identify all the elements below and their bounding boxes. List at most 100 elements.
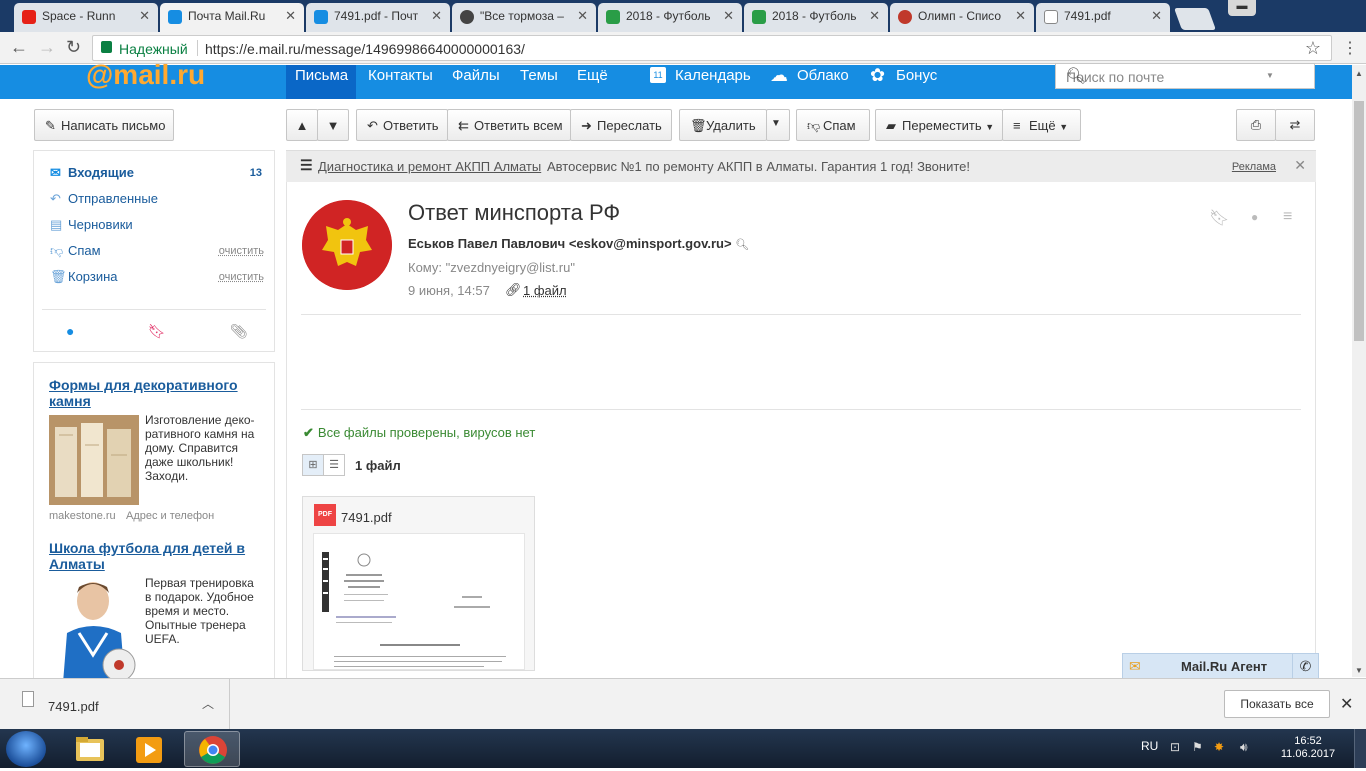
bookmark-icon[interactable]: 🔖︎ bbox=[1209, 208, 1229, 228]
message-sender[interactable]: Еськов Павел Павлович <eskov@minsport.go… bbox=[408, 236, 749, 251]
chrome-taskbar-icon[interactable] bbox=[184, 731, 240, 767]
browser-tab[interactable]: 2018 - Футболь ✕ bbox=[598, 3, 742, 32]
print-button[interactable]: ⎙ bbox=[1236, 109, 1276, 141]
prev-message-button[interactable]: ▲ bbox=[286, 109, 318, 141]
nav-themes[interactable]: Темы bbox=[520, 67, 558, 84]
delete-button[interactable]: 🗑︎Удалить bbox=[679, 109, 767, 141]
mailru-logo[interactable]: @mail.ru bbox=[86, 59, 205, 91]
back-icon[interactable]: ← bbox=[10, 37, 28, 58]
start-button[interactable] bbox=[6, 731, 46, 767]
nav-more[interactable]: Ещё bbox=[577, 67, 608, 84]
stone-mold-image[interactable] bbox=[49, 415, 139, 505]
search-input[interactable]: Поиск по почте ▼ 🔍︎ bbox=[1055, 63, 1315, 89]
ad-title[interactable]: Школа футбола для детей в Алматы bbox=[49, 540, 259, 572]
scroll-down-icon[interactable]: ▼ bbox=[1355, 666, 1363, 675]
nav-cloud[interactable]: Облако bbox=[797, 67, 849, 84]
browser-tab[interactable]: Олимп - Списо ✕ bbox=[890, 3, 1034, 32]
ad-title[interactable]: Формы для декоративного камня bbox=[49, 377, 259, 409]
url-text[interactable]: https://e.mail.ru/message/14969986640000… bbox=[205, 41, 525, 57]
more-button[interactable]: ≡ Ещё ▼ bbox=[1002, 109, 1081, 141]
avast-icon[interactable]: ✸ bbox=[1214, 740, 1224, 754]
translate-button[interactable]: ⇄ bbox=[1275, 109, 1315, 141]
address-bar[interactable]: Надежный https://e.mail.ru/message/14969… bbox=[92, 35, 1332, 61]
sidebar-item-spam[interactable]: 👎︎ Спам bbox=[50, 243, 101, 259]
compose-button[interactable]: ✎ Написать письмо bbox=[34, 109, 174, 141]
browser-tab[interactable]: "Все тормоза – ✕ bbox=[452, 3, 596, 32]
bookmark-star-icon[interactable]: ☆ bbox=[1305, 38, 1321, 59]
close-tab-icon[interactable]: ✕ bbox=[723, 8, 734, 24]
attachment-card[interactable]: PDF 7491.pdf bbox=[302, 496, 535, 671]
language-indicator[interactable]: RU bbox=[1141, 739, 1158, 753]
page-scrollbar[interactable]: ▲ ▼ bbox=[1352, 65, 1366, 677]
next-message-button[interactable]: ▼ bbox=[317, 109, 349, 141]
system-clock[interactable]: 16:52 11.06.2017 bbox=[1278, 735, 1338, 761]
spam-button[interactable]: 👎︎ Спам bbox=[796, 109, 870, 141]
ad-source[interactable]: makestone.ru bbox=[49, 510, 116, 522]
attachments-link[interactable]: 1 файл bbox=[523, 283, 567, 298]
close-tab-icon[interactable]: ✕ bbox=[1151, 8, 1162, 24]
sidebar-item-drafts[interactable]: ▤ Черновики bbox=[50, 217, 133, 233]
delete-dropdown-button[interactable]: ▼ bbox=[766, 109, 790, 141]
nav-contacts[interactable]: Контакты bbox=[368, 67, 433, 84]
mailru-agent-bar[interactable]: ✉ Mail.Ru Агент ✆ bbox=[1122, 653, 1319, 679]
forward-icon[interactable]: → bbox=[38, 37, 56, 58]
nav-bonus[interactable]: Бонус bbox=[896, 67, 937, 84]
read-status-icon[interactable]: ● bbox=[1251, 210, 1258, 224]
new-tab-button[interactable] bbox=[1173, 8, 1217, 30]
sidebar-item-trash[interactable]: 🗑︎Корзина bbox=[50, 269, 118, 285]
flag-filter-icon[interactable]: 🔖︎ bbox=[148, 323, 166, 340]
ad-label-link[interactable]: Реклама bbox=[1232, 161, 1276, 173]
close-tab-icon[interactable]: ✕ bbox=[285, 8, 296, 24]
show-all-button[interactable]: Показать все bbox=[1224, 690, 1330, 718]
pdf-preview-thumbnail[interactable] bbox=[313, 533, 525, 670]
reply-all-button[interactable]: ⇇ Ответить всем bbox=[447, 109, 571, 141]
search-sender-icon[interactable]: 🔍︎ bbox=[735, 239, 749, 251]
clear-trash-link[interactable]: очистить bbox=[219, 271, 264, 283]
close-tab-icon[interactable]: ✕ bbox=[869, 8, 880, 24]
close-tab-icon[interactable]: ✕ bbox=[431, 8, 442, 24]
close-tab-icon[interactable]: ✕ bbox=[139, 8, 150, 24]
attachment-filename[interactable]: 7491.pdf bbox=[341, 510, 392, 525]
unread-filter-icon[interactable]: ● bbox=[66, 323, 74, 339]
browser-menu-icon[interactable]: ⋮ bbox=[1342, 38, 1358, 58]
scroll-up-icon[interactable]: ▲ bbox=[1355, 69, 1363, 78]
browser-tab[interactable]: 7491.pdf ✕ bbox=[1036, 3, 1170, 32]
close-icon[interactable]: ✕ bbox=[1294, 157, 1306, 174]
nav-files[interactable]: Файлы bbox=[452, 67, 500, 84]
reload-icon[interactable]: ↻ bbox=[66, 37, 81, 58]
scrollbar-thumb[interactable] bbox=[1354, 101, 1364, 341]
attachment-filter-icon[interactable]: 📎︎ bbox=[230, 323, 248, 340]
reply-button[interactable]: ↶ Ответить bbox=[356, 109, 448, 141]
forward-button[interactable]: ➜ Переслать bbox=[570, 109, 672, 141]
sidebar-item-inbox[interactable]: ✉ Входящие bbox=[50, 165, 134, 181]
nav-letters[interactable]: Письма bbox=[295, 67, 348, 84]
window-user-button[interactable]: ▬ bbox=[1228, 0, 1256, 16]
volume-icon[interactable]: 🔊︎ bbox=[1240, 740, 1248, 755]
download-item[interactable]: 7491.pdf ︿ bbox=[0, 679, 230, 729]
grid-view-button[interactable]: ⊞ bbox=[302, 454, 324, 476]
browser-tab[interactable]: Space - Runn ✕ bbox=[14, 3, 158, 32]
sidebar-item-sent[interactable]: ↶ Отправленные bbox=[50, 191, 158, 207]
explorer-taskbar-icon[interactable] bbox=[62, 731, 118, 767]
flag-icon[interactable]: ⚑ bbox=[1192, 740, 1203, 754]
football-kid-image[interactable] bbox=[49, 575, 139, 682]
ad-contact-link[interactable]: Адрес и телефон bbox=[126, 510, 214, 522]
list-view-button[interactable]: ☰ bbox=[323, 454, 345, 476]
search-icon[interactable]: 🔍︎ bbox=[1066, 66, 1306, 86]
nav-calendar[interactable]: Календарь bbox=[675, 67, 751, 84]
browser-tab[interactable]: 2018 - Футболь ✕ bbox=[744, 3, 888, 32]
close-tab-icon[interactable]: ✕ bbox=[1015, 8, 1026, 24]
move-button[interactable]: ▰ Переместить ▼ bbox=[875, 109, 1003, 141]
clear-spam-link[interactable]: очистить bbox=[219, 245, 264, 257]
media-player-taskbar-icon[interactable] bbox=[122, 731, 178, 767]
phone-icon[interactable]: ✆ bbox=[1292, 654, 1318, 678]
browser-tab[interactable]: 7491.pdf - Почт ✕ bbox=[306, 3, 450, 32]
banner-link[interactable]: Диагностика и ремонт АКПП Алматы bbox=[318, 159, 541, 174]
close-tab-icon[interactable]: ✕ bbox=[577, 8, 588, 24]
show-desktop-button[interactable] bbox=[1354, 729, 1366, 768]
menu-icon[interactable]: ≡ bbox=[1283, 208, 1292, 226]
close-icon[interactable]: ✕ bbox=[1340, 694, 1353, 714]
browser-tab-active[interactable]: Почта Mail.Ru ✕ bbox=[160, 3, 304, 32]
chevron-up-icon[interactable]: ︿ bbox=[202, 695, 214, 712]
network-icon[interactable]: ⊡ bbox=[1170, 740, 1180, 754]
